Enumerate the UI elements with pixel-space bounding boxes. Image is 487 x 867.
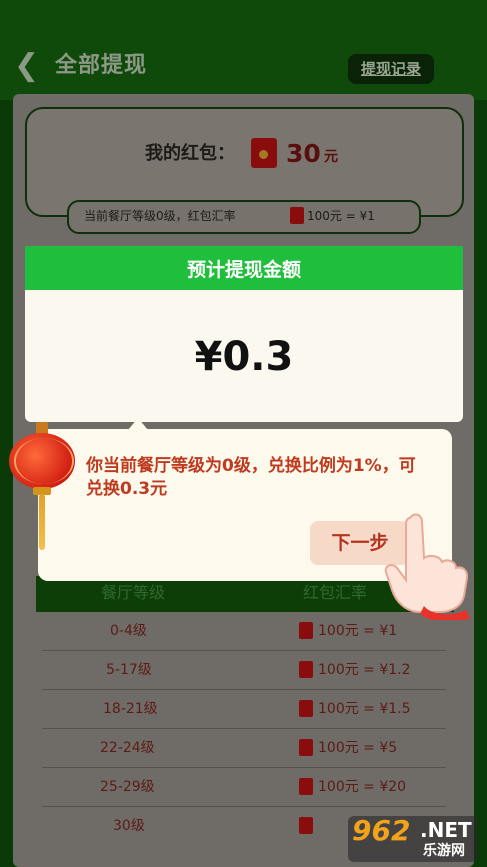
row-level: 18-21级 bbox=[103, 701, 158, 717]
row-rate: 100元 = ¥5 bbox=[318, 740, 398, 756]
back-chevron-left-icon[interactable]: ❮ bbox=[14, 50, 44, 82]
rate-text: 当前餐厅等级0级，红包汇率 bbox=[84, 209, 236, 223]
pointing-hand-icon bbox=[384, 513, 470, 620]
table-header-level: 餐厅等级 bbox=[101, 583, 166, 602]
red-envelope-icon bbox=[299, 739, 313, 756]
wallet-amount: 30 bbox=[286, 139, 321, 168]
watermark-net: .NET bbox=[420, 818, 472, 842]
row-rate: 100元 = ¥1 bbox=[318, 623, 398, 639]
table-header-rate: 红包汇率 bbox=[303, 583, 368, 602]
row-rate: 100元 = ¥1.5 bbox=[318, 701, 411, 717]
row-divider bbox=[42, 650, 446, 651]
row-level: 30级 bbox=[113, 818, 145, 834]
row-rate: 100元 = ¥20 bbox=[318, 779, 407, 795]
wallet-label: 我的红包： bbox=[145, 143, 235, 164]
wallet-unit: 元 bbox=[324, 149, 338, 165]
red-envelope-icon bbox=[299, 700, 313, 717]
lantern-icon-stripes bbox=[14, 438, 74, 484]
row-rate: 100元 = ¥1.2 bbox=[318, 662, 411, 678]
guide-tip-text: 你当前餐厅等级为0级，兑换比例为1%，可兑换0.3元 bbox=[86, 456, 416, 499]
rate-value: 100元 = ¥1 bbox=[307, 209, 375, 223]
red-envelope-icon bbox=[251, 138, 277, 168]
row-level: 5-17级 bbox=[106, 662, 152, 678]
red-envelope-icon bbox=[299, 622, 313, 639]
red-envelope-icon bbox=[299, 778, 313, 795]
watermark-sub: 乐游网 bbox=[423, 843, 465, 859]
page-title: 全部提现 bbox=[55, 53, 148, 78]
red-envelope-icon bbox=[299, 661, 313, 678]
lantern-icon-tassel bbox=[39, 494, 45, 550]
row-divider bbox=[42, 689, 446, 690]
row-divider bbox=[42, 806, 446, 807]
row-level: 22-24级 bbox=[100, 740, 155, 756]
estimate-amount: ¥0.3 bbox=[194, 334, 294, 380]
withdraw-record-button[interactable]: 提现记录 bbox=[348, 54, 434, 84]
red-envelope-icon bbox=[299, 817, 313, 834]
estimate-header: 预计提现金额 bbox=[25, 246, 463, 290]
row-level: 0-4级 bbox=[110, 623, 147, 639]
row-divider bbox=[42, 767, 446, 768]
row-divider bbox=[42, 728, 446, 729]
red-envelope-icon bbox=[290, 207, 304, 224]
row-level: 25-29级 bbox=[100, 779, 155, 795]
watermark-logo: 962 bbox=[352, 814, 411, 847]
